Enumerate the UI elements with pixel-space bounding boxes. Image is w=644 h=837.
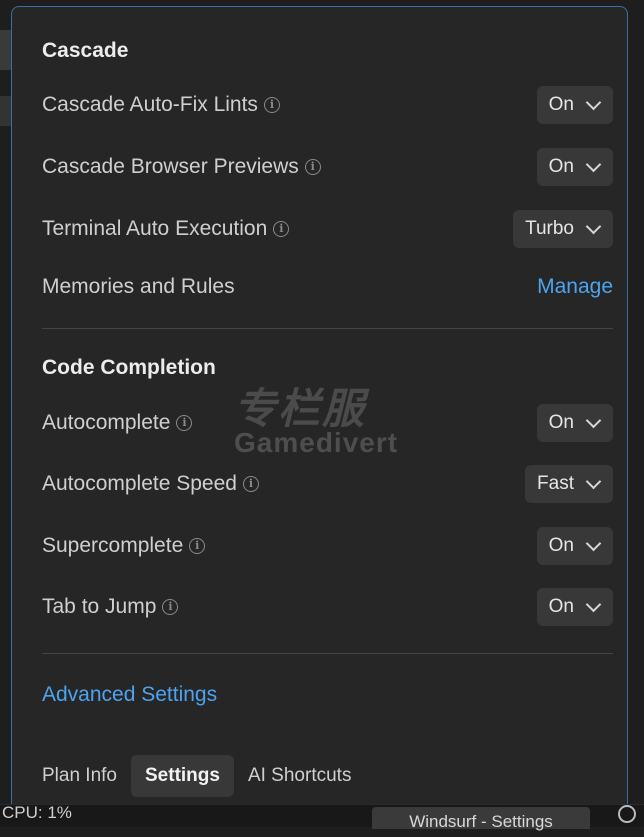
dropdown-value: On [548,596,574,617]
window-title-tab[interactable]: Windsurf - Settings [372,807,590,831]
browser-previews-dropdown[interactable]: On [536,148,613,186]
info-icon[interactable]: i [162,599,179,615]
chevron-down-icon [585,412,602,428]
info-icon[interactable]: i [242,476,259,492]
section-title-cascade: Cascade [42,39,129,62]
windsurf-settings-popup: Cascade Cascade Auto-Fix Lints i On Casc… [11,6,628,811]
setting-row-supercomplete: Supercomplete i On [42,526,613,566]
chevron-down-icon [585,535,602,551]
setting-label: Terminal Auto Execution [42,217,268,240]
search-icon[interactable] [618,805,636,823]
advanced-settings-link[interactable]: Advanced Settings [42,683,217,707]
supercomplete-dropdown[interactable]: On [536,527,613,565]
dropdown-value: On [548,156,574,177]
setting-label: Memories and Rules [42,275,235,298]
tab-to-jump-dropdown[interactable]: On [536,588,613,626]
info-icon[interactable]: i [263,97,280,113]
terminal-auto-execution-dropdown[interactable]: Turbo [513,210,613,248]
dropdown-value: On [548,535,574,556]
setting-label: Autocomplete [42,411,171,434]
info-icon[interactable]: i [273,221,290,237]
cpu-usage[interactable]: CPU: 1% [2,803,72,823]
info-icon[interactable]: i [304,159,321,175]
auto-fix-lints-dropdown[interactable]: On [536,86,613,124]
tab-plan-info[interactable]: Plan Info [42,755,131,797]
setting-row-auto-fix-lints: Cascade Auto-Fix Lints i On [42,85,613,125]
dropdown-value: Fast [537,473,574,494]
setting-row-browser-previews: Cascade Browser Previews i On [42,147,613,187]
section-divider [42,328,613,329]
setting-label: Cascade Auto-Fix Lints [42,93,258,116]
status-bar: CPU: 1% Windsurf - Settings [0,803,644,831]
setting-label: Supercomplete [42,534,184,557]
popup-tabs: Plan Info Settings AI Shortcuts [42,755,365,797]
setting-row-autocomplete-speed: Autocomplete Speed i Fast [42,464,613,504]
tab-ai-shortcuts[interactable]: AI Shortcuts [234,755,366,797]
setting-label: Tab to Jump [42,595,157,618]
setting-row-autocomplete: Autocomplete i On [42,403,613,443]
chevron-down-icon [585,218,602,234]
chevron-down-icon [585,473,602,489]
autocomplete-speed-dropdown[interactable]: Fast [525,465,613,503]
info-icon[interactable]: i [189,538,206,554]
setting-row-tab-to-jump: Tab to Jump i On [42,587,613,627]
autocomplete-dropdown[interactable]: On [536,404,613,442]
chevron-down-icon [585,94,602,110]
manage-link[interactable]: Manage [537,275,613,299]
chevron-down-icon [585,596,602,612]
dropdown-value: Turbo [525,218,574,239]
setting-label: Autocomplete Speed [42,472,237,495]
info-icon[interactable]: i [176,415,193,431]
section-divider [42,653,613,654]
dropdown-value: On [548,412,574,433]
setting-label: Cascade Browser Previews [42,155,299,178]
setting-row-terminal-auto-execution: Terminal Auto Execution i Turbo [42,209,613,249]
setting-row-memories-and-rules: Memories and Rules Manage [42,267,613,307]
dropdown-value: On [548,94,574,115]
section-title-code-completion: Code Completion [42,356,216,379]
chevron-down-icon [585,156,602,172]
tab-settings[interactable]: Settings [131,755,234,797]
